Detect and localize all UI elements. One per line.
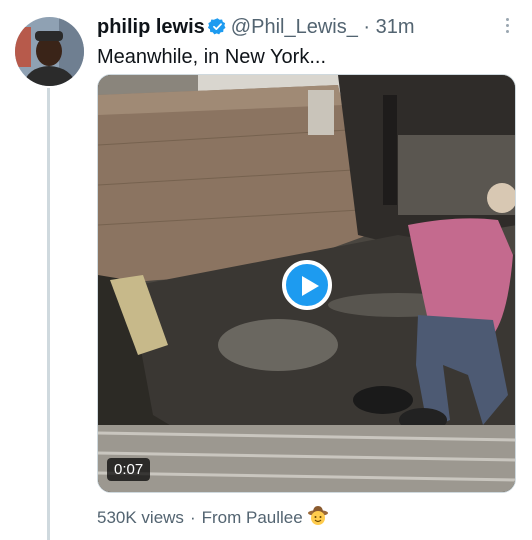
source-attribution[interactable]: From Paullee xyxy=(202,508,303,527)
author-display-name[interactable]: philip lewis xyxy=(97,16,205,38)
verified-badge-icon xyxy=(207,17,227,43)
view-count: 530K views xyxy=(97,508,184,527)
cowboy-emoji-icon xyxy=(307,505,329,533)
avatar[interactable] xyxy=(15,17,84,86)
avatar-photo xyxy=(15,17,84,86)
tweet-header: philip lewis @Phil_Lewis_ · 31m xyxy=(97,14,415,43)
tweet-footer: 530K views · From Paullee xyxy=(97,505,329,533)
header-separator: · xyxy=(363,16,371,38)
footer-separator: · xyxy=(189,508,196,527)
video-duration: 0:07 xyxy=(107,458,151,481)
tweet-text: Meanwhile, in New York... xyxy=(97,46,327,68)
play-button[interactable] xyxy=(282,260,332,310)
tweet-timestamp[interactable]: 31m xyxy=(376,16,415,38)
play-icon xyxy=(302,276,319,296)
video-player[interactable]: 0:07 xyxy=(97,74,516,493)
thread-line xyxy=(47,88,50,540)
more-options-icon[interactable] xyxy=(500,16,514,36)
author-handle[interactable]: @Phil_Lewis_ xyxy=(231,16,358,38)
